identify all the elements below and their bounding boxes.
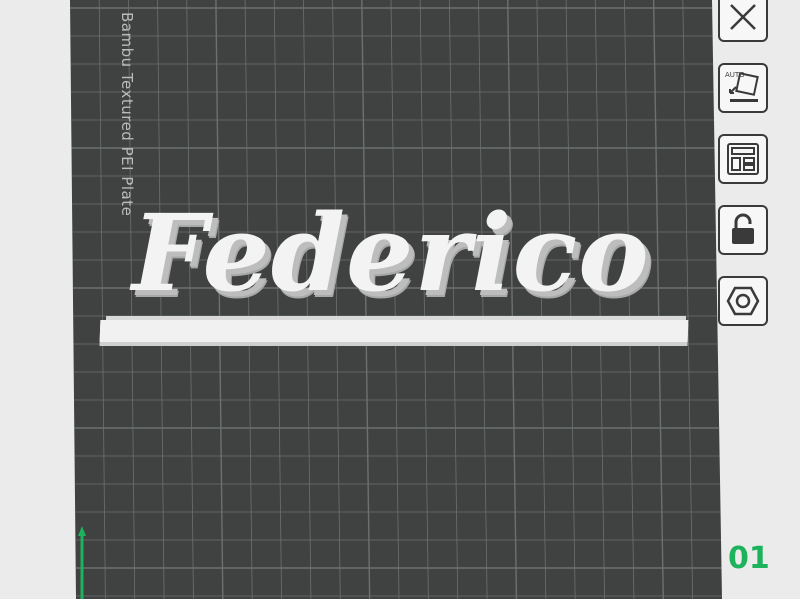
arrange-icon <box>727 143 759 175</box>
plate-type-label: Bambu Textured PEI Plate <box>118 12 136 217</box>
plate-index: 01 <box>728 541 770 576</box>
plate-toolbar: AUTO <box>716 0 772 347</box>
plate-settings-button[interactable] <box>718 276 768 326</box>
auto-badge: AUTO <box>725 71 745 79</box>
model-text: Federico <box>132 190 650 315</box>
3d-viewport[interactable]: Bambu Textured PEI Plate Federico AUTO 0… <box>0 0 800 599</box>
text-model-federico[interactable]: Federico <box>99 200 700 348</box>
auto-orient-icon: AUTO <box>725 71 759 102</box>
model-base <box>99 320 689 342</box>
hex-nut-icon <box>726 286 760 316</box>
auto-orient-button[interactable]: AUTO <box>718 63 768 113</box>
close-plate-button[interactable] <box>718 0 768 42</box>
unlock-icon <box>732 213 754 244</box>
x-icon <box>730 4 756 30</box>
arrange-button[interactable] <box>718 134 768 184</box>
lock-plate-button[interactable] <box>718 205 768 255</box>
